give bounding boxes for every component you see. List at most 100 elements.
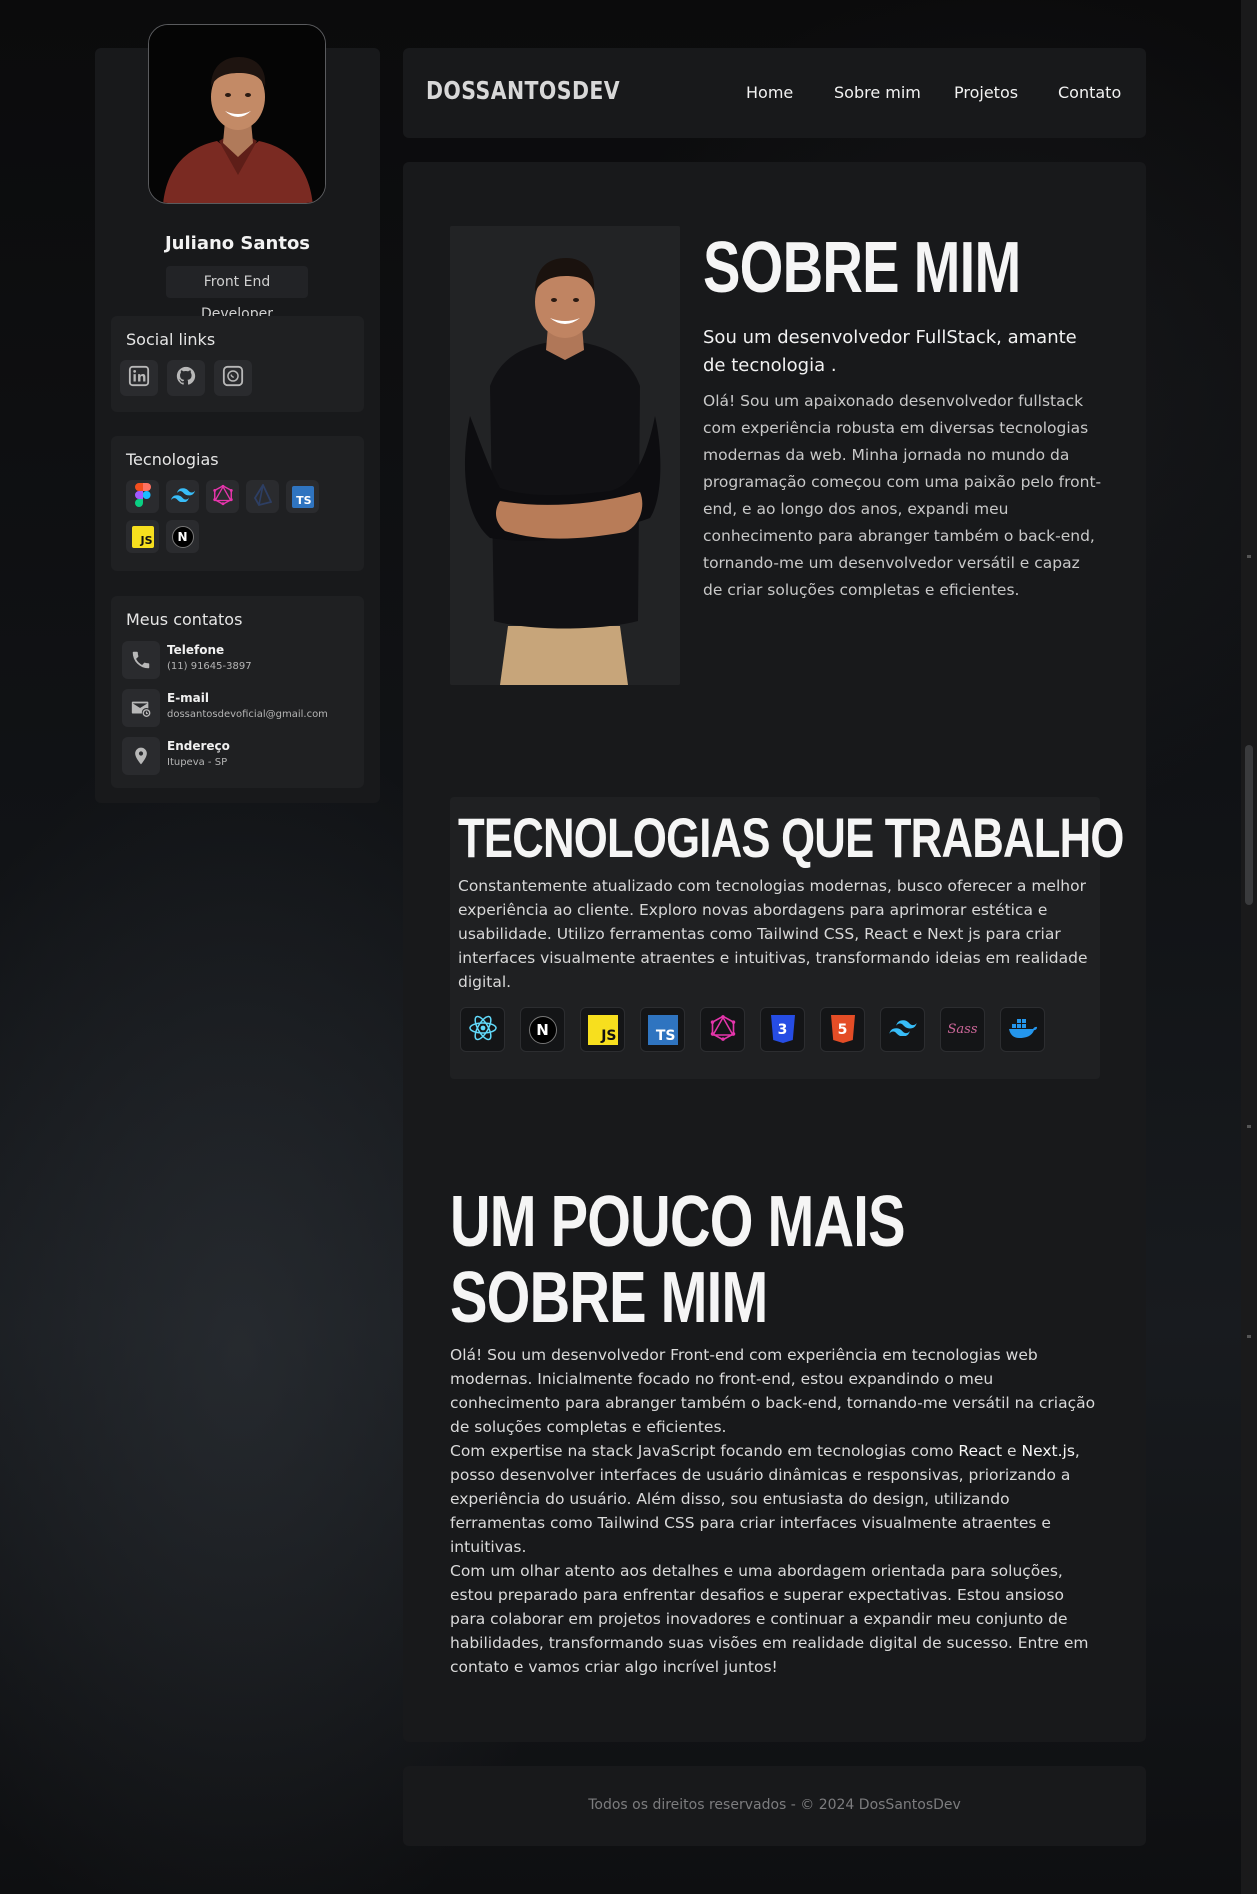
nextjs-label: N <box>177 529 188 544</box>
technologies-title: TECNOLOGIAS QUE TRABALHO <box>458 806 1124 869</box>
sidebar-tech-title: Tecnologias <box>126 450 219 469</box>
scrollbar-marker <box>1247 1125 1251 1128</box>
contact-phone-value: (11) 91645-3897 <box>167 661 252 672</box>
tech-tailwind <box>880 1007 925 1052</box>
linkedin-link[interactable] <box>120 360 158 396</box>
top-navbar: DOSSANTOSDEV Home Sobre mim Projetos Con… <box>403 48 1146 138</box>
page-scrollbar[interactable] <box>1241 0 1257 1894</box>
contact-email-value: dossantosdevoficial@gmail.com <box>167 709 328 720</box>
contact-address-value: Itupeva - SP <box>167 757 228 768</box>
sass-icon: Sass <box>947 1022 978 1037</box>
nextjs-highlight: Next.js <box>1021 1442 1075 1460</box>
graphql-icon <box>709 1014 737 1046</box>
mail-icon <box>122 689 160 727</box>
sidebar-tech-card: Tecnologias TS JS N <box>111 436 364 571</box>
more-about-paragraph-1: Olá! Sou um desenvolvedor Front-end com … <box>450 1346 1096 1436</box>
html5-label: 5 <box>837 1021 848 1038</box>
tech-nextjs: N <box>520 1007 565 1052</box>
javascript-label: JS <box>601 1027 617 1044</box>
sidebar-tech-figma <box>126 480 159 513</box>
nav-sobre-mim[interactable]: Sobre mim <box>834 83 921 102</box>
profile-name: Juliano Santos <box>164 233 311 254</box>
contact-address[interactable]: Endereço Itupeva - SP <box>122 737 357 777</box>
typescript-icon: TS <box>291 485 314 508</box>
more-about-paragraph-3: Com um olhar atento aos detalhes e uma a… <box>450 1562 1089 1676</box>
more-p2-part-a: Com expertise na stack JavaScript focand… <box>450 1442 959 1460</box>
prisma-icon <box>253 482 272 510</box>
typescript-label: TS <box>655 1027 676 1044</box>
nav-home[interactable]: Home <box>746 83 793 102</box>
more-about-paragraph-2: Com expertise na stack JavaScript focand… <box>450 1439 1100 1559</box>
javascript-icon: JS <box>131 525 154 548</box>
sidebar-tech-nextjs: N <box>166 520 199 553</box>
scrollbar-thumb[interactable] <box>1245 745 1253 905</box>
sidebar-tech-graphql <box>206 480 239 513</box>
tech-html5: 5 <box>820 1007 865 1052</box>
tailwind-icon <box>170 487 195 506</box>
tech-javascript: JS <box>580 1007 625 1052</box>
whatsapp-link[interactable] <box>214 360 252 396</box>
tech-css3: 3 <box>760 1007 805 1052</box>
nav-projetos[interactable]: Projetos <box>954 83 1018 102</box>
footer-copyright: Todos os direitos reservados - © 2024 Do… <box>588 1797 961 1813</box>
nextjs-icon: N <box>171 525 194 548</box>
nav-contato[interactable]: Contato <box>1058 83 1121 102</box>
about-title: SOBRE MIM <box>703 228 1021 308</box>
tailwind-icon <box>888 1019 917 1040</box>
avatar <box>148 24 326 204</box>
css3-label: 3 <box>777 1021 788 1038</box>
scrollbar-marker <box>1247 1335 1251 1338</box>
phone-icon <box>122 641 160 679</box>
main-content: SOBRE MIM Sou um desenvolvedor FullStack… <box>403 162 1146 1742</box>
sidebar-tech-typescript: TS <box>286 480 319 513</box>
contact-phone[interactable]: Telefone (11) 91645-3897 <box>122 641 357 681</box>
typescript-icon: TS <box>647 1014 678 1045</box>
javascript-icon: JS <box>587 1014 618 1045</box>
contact-phone-label: Telefone <box>167 643 225 657</box>
javascript-label: JS <box>140 533 153 547</box>
linkedin-icon <box>128 365 150 391</box>
react-highlight: React <box>958 1442 1003 1460</box>
tech-graphql <box>700 1007 745 1052</box>
contacts-card: Meus contatos Telefone (11) 91645-3897 E… <box>111 596 364 788</box>
html5-icon: 5 <box>830 1014 856 1045</box>
profile-role-badge: Front End Developer <box>166 266 308 322</box>
css3-icon: 3 <box>770 1014 796 1045</box>
brand-logo[interactable]: DOSSANTOSDEV <box>426 76 620 105</box>
tech-sass: Sass <box>940 1007 985 1052</box>
sidebar-tech-prisma <box>246 480 279 513</box>
react-icon <box>468 1014 498 1046</box>
more-p2-part-b: e <box>1002 1442 1022 1460</box>
contact-email[interactable]: E-mail dossantosdevoficial@gmail.com <box>122 689 357 729</box>
more-about-title: UM POUCO MAIS SOBRE MIM <box>450 1182 906 1338</box>
nextjs-label: N <box>536 1020 549 1039</box>
about-text: Olá! Sou um apaixonado desenvolvedor ful… <box>703 392 1102 599</box>
more-about-title-line1: UM POUCO MAIS <box>450 1182 906 1262</box>
docker-icon <box>1008 1017 1038 1043</box>
nextjs-icon: N <box>528 1015 557 1044</box>
about-subtitle: Sou um desenvolvedor FullStack, amante d… <box>703 327 1077 376</box>
graphql-icon <box>212 484 234 510</box>
social-links-card: Social links <box>111 316 364 412</box>
footer: Todos os direitos reservados - © 2024 Do… <box>403 1766 1146 1846</box>
tech-react <box>460 1007 505 1052</box>
social-links-title: Social links <box>126 330 216 349</box>
scrollbar-marker <box>1247 555 1251 558</box>
about-photo <box>450 226 680 685</box>
more-about-title-line2: SOBRE MIM <box>450 1258 768 1338</box>
whatsapp-icon <box>222 365 244 391</box>
github-link[interactable] <box>167 360 205 396</box>
tech-docker <box>1000 1007 1045 1052</box>
sidebar-tech-javascript: JS <box>126 520 159 553</box>
technologies-text: Constantemente atualizado com tecnologia… <box>458 877 1088 991</box>
technologies-section: TECNOLOGIAS QUE TRABALHO Constantemente … <box>450 797 1124 1079</box>
contacts-title: Meus contatos <box>126 610 243 629</box>
sidebar-tech-tailwind <box>166 480 199 513</box>
contact-email-label: E-mail <box>167 691 210 705</box>
figma-icon <box>134 482 152 511</box>
github-icon <box>175 365 197 391</box>
typescript-label: TS <box>296 493 312 507</box>
contact-address-label: Endereço <box>167 739 230 753</box>
location-pin-icon <box>122 737 160 775</box>
tech-typescript: TS <box>640 1007 685 1052</box>
